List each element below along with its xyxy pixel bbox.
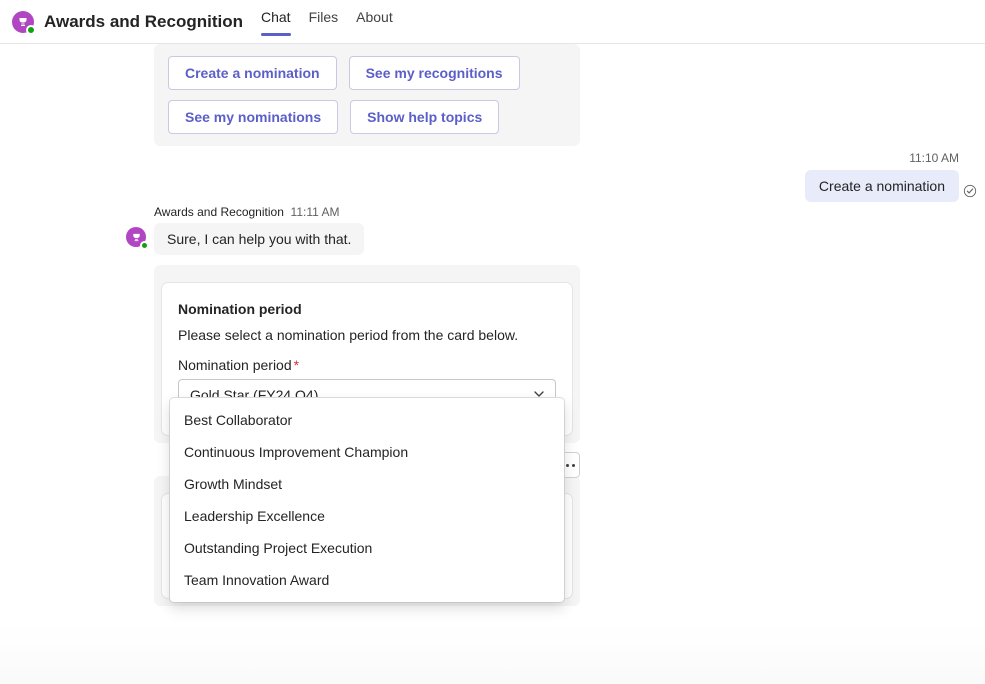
user-message-text: Create a nomination (819, 178, 945, 194)
bot-card-lower-wrap: Best CollaboratorContinuous Improvement … (154, 476, 580, 606)
dropdown-option[interactable]: Leadership Excellence (170, 500, 564, 532)
required-indicator: * (294, 357, 299, 373)
see-nominations-button[interactable]: See my nominations (168, 100, 338, 134)
bot-sender-name: Awards and Recognition (154, 205, 284, 219)
card-title: Nomination period (178, 301, 556, 317)
field-label: Nomination period* (178, 357, 556, 373)
bot-avatar-small (126, 227, 146, 247)
header-bar: Awards and Recognition Chat Files About (0, 0, 985, 44)
sent-check-icon (963, 184, 977, 201)
dropdown-option[interactable]: Growth Mindset (170, 468, 564, 500)
app-avatar (12, 11, 34, 33)
show-help-button[interactable]: Show help topics (350, 100, 499, 134)
tab-files[interactable]: Files (309, 9, 339, 35)
bot-reply-bubble: Sure, I can help you with that. (154, 223, 364, 255)
card-description: Please select a nomination period from t… (178, 327, 556, 343)
dropdown-option[interactable]: Best Collaborator (170, 404, 564, 436)
chat-area: Create a nomination See my recognitions … (0, 44, 985, 684)
user-message-timestamp: 11:10 AM (909, 151, 959, 165)
user-message-bubble: Create a nomination (805, 170, 959, 202)
see-recognitions-button[interactable]: See my recognitions (349, 56, 520, 90)
bot-message-actions: Create a nomination See my recognitions … (154, 44, 580, 146)
tab-about[interactable]: About (356, 9, 393, 35)
tabs: Chat Files About (261, 9, 393, 35)
create-nomination-button[interactable]: Create a nomination (168, 56, 337, 90)
presence-dot (26, 25, 36, 35)
bot-reply-timestamp: 11:11 AM (291, 205, 340, 219)
field-label-text: Nomination period (178, 357, 292, 373)
dropdown-list: Best CollaboratorContinuous Improvement … (170, 398, 564, 602)
award-type-card: Best CollaboratorContinuous Improvement … (162, 494, 572, 598)
trophy-icon (131, 232, 142, 243)
dropdown-option[interactable]: Outstanding Project Execution (170, 532, 564, 564)
app-title: Awards and Recognition (44, 12, 243, 32)
fade-overlay (0, 624, 985, 684)
presence-dot (140, 241, 149, 250)
bot-reply-text: Sure, I can help you with that. (167, 231, 351, 247)
dropdown-option[interactable]: Continuous Improvement Champion (170, 436, 564, 468)
tab-chat[interactable]: Chat (261, 9, 291, 35)
dropdown-option[interactable]: Team Innovation Award (170, 564, 564, 596)
